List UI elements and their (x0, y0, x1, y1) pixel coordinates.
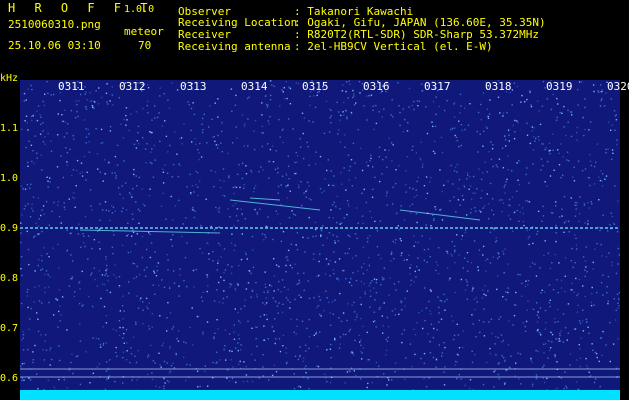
spectrogram-canvas (20, 80, 620, 390)
x-tick-label: 0314 (241, 80, 268, 93)
meteor-count: 70 (138, 39, 152, 52)
version-label: 1.0.0 (124, 4, 155, 15)
x-tick-label: 0312 (119, 80, 146, 93)
meteor-trail (249, 197, 281, 201)
x-tick-label: 0320 (607, 80, 629, 93)
timestamp-label: 25.10.06 03:10 (8, 39, 101, 52)
x-tick-label: 0313 (180, 80, 207, 93)
antenna-label: Receiving antenna (178, 40, 291, 53)
y-tick-label: 0.9 (0, 223, 19, 234)
meteor-trail (79, 229, 221, 234)
y-axis-unit: kHz (0, 73, 19, 84)
meteor-trail (399, 209, 481, 221)
meteor-trail (229, 199, 321, 211)
filename-label: 2510060310.png (8, 18, 101, 31)
meteor-label: meteor (124, 25, 164, 38)
antenna-value: : 2el-HB9CV Vertical (el. E-W) (294, 40, 493, 53)
y-tick-label: 1.1 (0, 123, 19, 134)
spectrogram (20, 80, 620, 390)
x-tick-label: 0315 (302, 80, 329, 93)
y-tick-label: 0.8 (0, 273, 19, 284)
y-tick-label: 0.6 (0, 373, 19, 384)
x-tick-label: 0316 (363, 80, 390, 93)
bottom-signal-bar (20, 390, 620, 400)
y-tick-label: 0.7 (0, 323, 19, 334)
x-tick-label: 0311 (58, 80, 85, 93)
x-tick-label: 0319 (546, 80, 573, 93)
y-tick-label: 1.0 (0, 173, 19, 184)
x-tick-label: 0318 (485, 80, 512, 93)
x-tick-label: 0317 (424, 80, 451, 93)
